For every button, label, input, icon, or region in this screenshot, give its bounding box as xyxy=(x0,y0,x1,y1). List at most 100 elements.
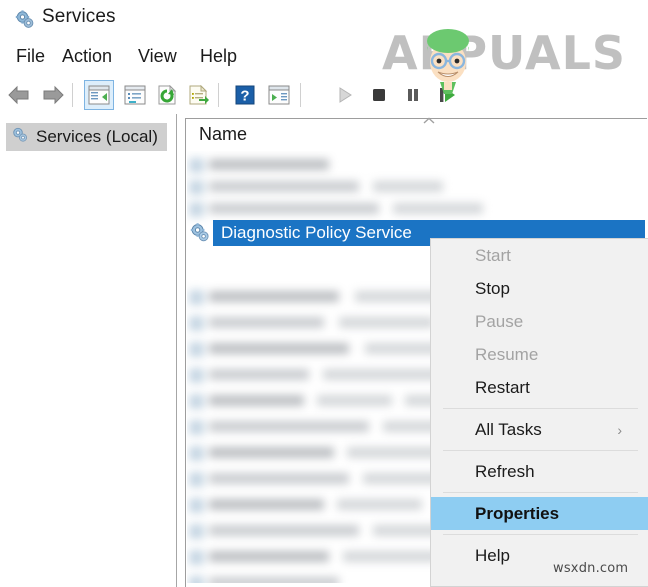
table-row[interactable] xyxy=(187,199,497,221)
table-row[interactable] xyxy=(187,573,427,583)
ctx-refresh-label: Refresh xyxy=(475,461,535,481)
menu-separator xyxy=(443,492,638,493)
start-service-icon xyxy=(330,80,360,110)
toolbar-separator xyxy=(218,83,219,107)
row-icon xyxy=(189,202,204,217)
row-text xyxy=(209,317,324,328)
table-row[interactable] xyxy=(187,155,437,177)
row-text xyxy=(209,181,359,192)
services-window: Services File Action View Help ? APPUALS… xyxy=(0,0,648,587)
row-text xyxy=(209,577,339,583)
wsxdn-watermark: wsxdn.com xyxy=(553,561,629,576)
selected-service-name: Diagnostic Policy Service xyxy=(221,223,412,242)
menu-bar: File Action View Help xyxy=(0,44,648,74)
show-action-pane-icon[interactable] xyxy=(264,80,294,110)
sort-ascending-icon[interactable] xyxy=(421,114,437,126)
row-text xyxy=(209,395,304,406)
row-text xyxy=(209,421,369,432)
menu-separator xyxy=(443,450,638,451)
ctx-properties[interactable]: Properties xyxy=(431,497,648,530)
show-console-tree-icon[interactable] xyxy=(84,80,114,110)
chevron-right-icon: › xyxy=(617,421,622,438)
row-text xyxy=(209,473,349,484)
toolbar-separator xyxy=(300,83,301,107)
ctx-stop-label: Stop xyxy=(475,278,510,298)
row-icon xyxy=(189,316,204,331)
table-row[interactable] xyxy=(187,313,442,335)
row-text xyxy=(337,499,422,510)
context-menu: Start Stop Pause Resume Restart All Task… xyxy=(430,238,648,587)
title-bar: Services xyxy=(0,0,648,40)
row-text xyxy=(393,203,483,214)
row-icon xyxy=(189,576,204,583)
console-tree-pane: Services (Local) xyxy=(0,114,177,587)
row-text xyxy=(209,551,329,562)
stop-service-icon[interactable] xyxy=(364,80,394,110)
services-gear-icon xyxy=(11,126,29,149)
ctx-all-tasks[interactable]: All Tasks › xyxy=(431,413,648,446)
row-icon xyxy=(189,524,204,539)
ctx-refresh[interactable]: Refresh xyxy=(431,455,648,488)
help-icon[interactable]: ? xyxy=(230,80,260,110)
row-text xyxy=(209,159,329,170)
row-icon xyxy=(189,420,204,435)
ctx-start[interactable]: Start xyxy=(431,239,648,272)
table-row[interactable] xyxy=(187,495,437,517)
toolbar-separator xyxy=(72,83,73,107)
row-text xyxy=(339,317,434,328)
pause-service-icon[interactable] xyxy=(398,80,428,110)
tree-item-services-local[interactable]: Services (Local) xyxy=(6,123,167,151)
row-icon xyxy=(189,550,204,565)
ctx-resume[interactable]: Resume xyxy=(431,338,648,371)
menu-file[interactable]: File xyxy=(12,44,49,69)
row-icon xyxy=(189,498,204,513)
back-icon[interactable] xyxy=(4,80,34,110)
ctx-pause[interactable]: Pause xyxy=(431,305,648,338)
export-list-icon[interactable] xyxy=(184,80,214,110)
row-text xyxy=(209,369,309,380)
row-text xyxy=(209,499,324,510)
ctx-start-label: Start xyxy=(475,245,511,265)
table-row[interactable] xyxy=(187,443,462,465)
row-icon xyxy=(189,342,204,357)
services-gear-icon xyxy=(14,9,36,31)
ctx-help-label: Help xyxy=(475,545,510,565)
ctx-restart[interactable]: Restart xyxy=(431,371,648,404)
properties-icon[interactable] xyxy=(120,80,150,110)
table-row[interactable] xyxy=(187,547,452,569)
ctx-pause-label: Pause xyxy=(475,311,524,331)
refresh-icon[interactable] xyxy=(152,80,182,110)
toolbar: ? xyxy=(0,76,648,115)
menu-help[interactable]: Help xyxy=(196,44,241,69)
table-row[interactable] xyxy=(187,177,467,199)
row-text xyxy=(209,447,334,458)
row-text xyxy=(317,395,392,406)
forward-icon[interactable] xyxy=(38,80,68,110)
row-icon xyxy=(189,472,204,487)
ctx-resume-label: Resume xyxy=(475,344,539,364)
menu-view[interactable]: View xyxy=(134,44,181,69)
row-text xyxy=(209,203,379,214)
restart-service-icon[interactable] xyxy=(432,80,462,110)
column-header-name[interactable]: Name xyxy=(199,124,247,145)
window-title: Services xyxy=(42,6,116,27)
row-text xyxy=(209,291,339,302)
row-icon xyxy=(189,446,204,461)
row-text xyxy=(373,181,443,192)
row-icon xyxy=(189,290,204,305)
column-header-row: Name xyxy=(186,119,646,151)
tree-item-label: Services (Local) xyxy=(36,127,158,146)
ctx-stop[interactable]: Stop xyxy=(431,272,648,305)
row-icon xyxy=(189,180,204,195)
row-text xyxy=(209,525,359,536)
menu-action[interactable]: Action xyxy=(58,44,116,69)
row-text xyxy=(343,551,438,562)
ctx-all-tasks-label: All Tasks xyxy=(475,419,542,439)
menu-separator xyxy=(443,534,638,535)
svg-text:?: ? xyxy=(240,88,249,105)
row-icon xyxy=(189,158,204,173)
row-icon xyxy=(189,368,204,383)
ctx-restart-label: Restart xyxy=(475,377,530,397)
row-icon xyxy=(189,394,204,409)
service-gear-icon xyxy=(189,222,211,244)
